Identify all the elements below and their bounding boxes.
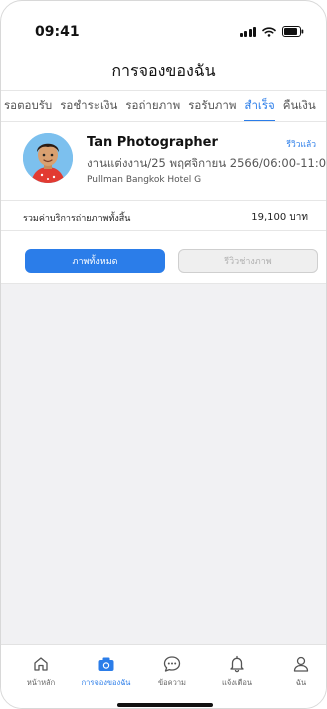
status-bar: 09:41	[1, 1, 326, 53]
nav-notifications-label: แจ้งเตือน	[222, 678, 252, 687]
review-status-badge: รีวิวแล้ว	[286, 140, 316, 150]
page-title: การจองของฉัน	[111, 61, 216, 80]
tab-awaiting-photos[interactable]: รอรับภาพ	[184, 91, 240, 121]
tab-refund[interactable]: คืนเงิน	[279, 91, 320, 121]
nav-home-label: หน้าหลัก	[26, 678, 56, 687]
nav-messages-label: ข้อความ	[157, 678, 186, 687]
user-icon	[293, 656, 309, 672]
wifi-icon	[262, 26, 276, 37]
photographer-avatar	[23, 133, 73, 183]
tab-awaiting-shoot[interactable]: รอถ่ายภาพ	[121, 91, 184, 121]
review-photographer-button[interactable]: รีวิวช่างภาพ	[178, 249, 318, 273]
total-row: รวมค่าบริการถ่ายภาพทั้งสิ้น 19,100 บาท	[1, 201, 326, 231]
booking-card[interactable]: Tan Photographer รีวิวแล้ว งานแต่งงาน/25…	[1, 123, 326, 201]
nav-profile[interactable]: ฉัน	[273, 655, 326, 689]
booking-actions: ภาพทั้งหมด รีวิวช่างภาพ	[1, 232, 326, 284]
photographer-name: Tan Photographer	[87, 135, 218, 150]
signal-icon	[239, 26, 256, 37]
booking-status-tabs: รอตอบรับ รอชำระเงิน รอถ่ายภาพ รอรับภาพ ส…	[1, 90, 326, 122]
page-header: การจองของฉัน	[1, 53, 326, 90]
tab-awaiting-confirmation[interactable]: รอตอบรับ	[1, 91, 56, 121]
tab-completed[interactable]: สำเร็จ	[240, 91, 278, 121]
camera-icon	[98, 657, 114, 671]
total-label: รวมค่าบริการถ่ายภาพทั้งสิ้น	[23, 214, 131, 224]
home-indicator[interactable]	[117, 703, 213, 707]
all-photos-button[interactable]: ภาพทั้งหมด	[25, 249, 165, 273]
status-icons	[239, 26, 305, 37]
nav-profile-label: ฉัน	[295, 678, 307, 687]
phone-screen: 09:41 การจองของฉัน รอตอบรับ รอชำระเงิน ร…	[0, 0, 327, 709]
home-icon	[34, 657, 48, 671]
nav-notifications[interactable]: แจ้งเตือน	[209, 655, 265, 689]
chat-icon	[163, 656, 181, 672]
nav-my-bookings-label: การจองของฉัน	[81, 678, 131, 687]
bell-icon	[230, 655, 244, 673]
content-area	[1, 284, 326, 644]
booking-location: Pullman Bangkok Hotel G	[87, 175, 202, 185]
nav-my-bookings[interactable]: การจองของฉัน	[78, 655, 134, 689]
booking-detail: งานแต่งงาน/25 พฤศจิกายน 2566/06:00-11:00…	[87, 156, 327, 170]
nav-messages[interactable]: ข้อความ	[144, 655, 200, 689]
nav-home[interactable]: หน้าหลัก	[13, 655, 69, 689]
bottom-navigation: หน้าหลัก การจองของฉัน ข้อความ แจ้งเตือน …	[1, 644, 326, 708]
tab-awaiting-payment[interactable]: รอชำระเงิน	[56, 91, 121, 121]
battery-icon	[282, 26, 304, 37]
total-amount: 19,100 บาท	[251, 212, 308, 223]
status-time: 09:41	[35, 24, 80, 40]
